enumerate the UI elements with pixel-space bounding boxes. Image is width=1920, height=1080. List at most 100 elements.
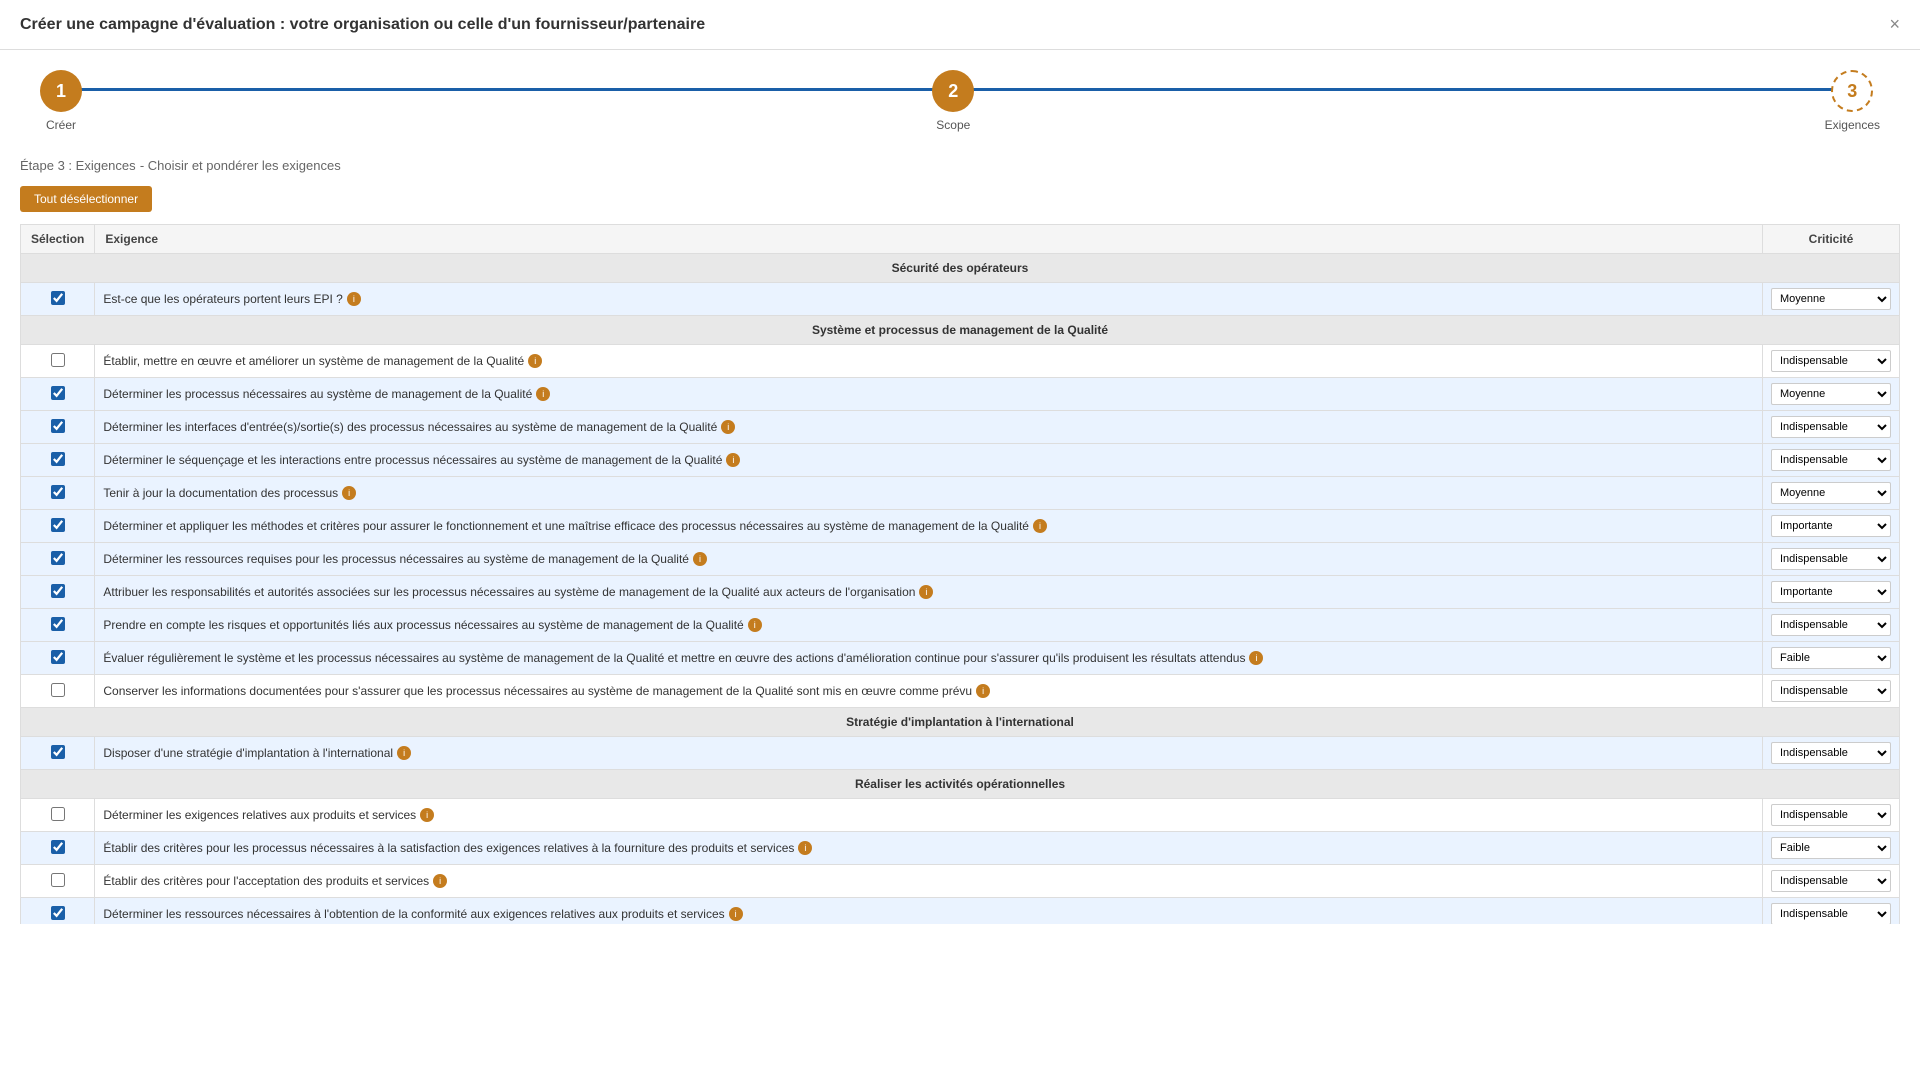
checkbox-cell-3-1[interactable]: [21, 832, 95, 865]
checkbox-3-2[interactable]: [51, 873, 65, 887]
criticite-select-3-0[interactable]: IndispensableImportanteMoyenneFaible: [1771, 804, 1891, 826]
checkbox-1-4[interactable]: [51, 485, 65, 499]
info-icon[interactable]: i: [528, 354, 542, 368]
info-icon[interactable]: i: [347, 292, 361, 306]
checkbox-1-7[interactable]: [51, 584, 65, 598]
info-icon[interactable]: i: [721, 420, 735, 434]
step-1: 1 Créer: [40, 70, 82, 132]
step-2: 2 Scope: [932, 70, 974, 132]
checkbox-cell-1-1[interactable]: [21, 378, 95, 411]
deselect-all-button[interactable]: Tout désélectionner: [20, 186, 152, 212]
info-icon[interactable]: i: [433, 874, 447, 888]
exigence-cell-1-6: Déterminer les ressources requises pour …: [95, 543, 1763, 576]
info-icon[interactable]: i: [1033, 519, 1047, 533]
criticite-cell-1-6[interactable]: IndispensableImportanteMoyenneFaible: [1763, 543, 1900, 576]
criticite-select-1-1[interactable]: IndispensableImportanteMoyenneFaible: [1771, 383, 1891, 405]
checkbox-cell-1-8[interactable]: [21, 609, 95, 642]
criticite-cell-3-2[interactable]: IndispensableImportanteMoyenneFaible: [1763, 865, 1900, 898]
criticite-cell-1-1[interactable]: IndispensableImportanteMoyenneFaible: [1763, 378, 1900, 411]
criticite-cell-1-8[interactable]: IndispensableImportanteMoyenneFaible: [1763, 609, 1900, 642]
checkbox-0-0[interactable]: [51, 291, 65, 305]
info-icon[interactable]: i: [726, 453, 740, 467]
checkbox-cell-1-5[interactable]: [21, 510, 95, 543]
criticite-cell-1-9[interactable]: IndispensableImportanteMoyenneFaible: [1763, 642, 1900, 675]
criticite-cell-3-0[interactable]: IndispensableImportanteMoyenneFaible: [1763, 799, 1900, 832]
checkbox-1-10[interactable]: [51, 683, 65, 697]
checkbox-cell-3-0[interactable]: [21, 799, 95, 832]
criticite-select-1-0[interactable]: IndispensableImportanteMoyenneFaible: [1771, 350, 1891, 372]
info-icon[interactable]: i: [748, 618, 762, 632]
checkbox-3-1[interactable]: [51, 840, 65, 854]
checkbox-cell-1-3[interactable]: [21, 444, 95, 477]
info-icon[interactable]: i: [693, 552, 707, 566]
info-icon[interactable]: i: [976, 684, 990, 698]
checkbox-1-0[interactable]: [51, 353, 65, 367]
info-icon[interactable]: i: [397, 746, 411, 760]
checkbox-3-3[interactable]: [51, 906, 65, 920]
checkbox-cell-0-0[interactable]: [21, 283, 95, 316]
info-icon[interactable]: i: [1249, 651, 1263, 665]
checkbox-cell-1-7[interactable]: [21, 576, 95, 609]
info-icon[interactable]: i: [536, 387, 550, 401]
criticite-select-0-0[interactable]: IndispensableImportanteMoyenneFaible: [1771, 288, 1891, 310]
criticite-select-1-6[interactable]: IndispensableImportanteMoyenneFaible: [1771, 548, 1891, 570]
criticite-cell-3-3[interactable]: IndispensableImportanteMoyenneFaible: [1763, 898, 1900, 925]
checkbox-1-9[interactable]: [51, 650, 65, 664]
checkbox-1-2[interactable]: [51, 419, 65, 433]
criticite-select-3-3[interactable]: IndispensableImportanteMoyenneFaible: [1771, 903, 1891, 924]
exigence-cell-1-4: Tenir à jour la documentation des proces…: [95, 477, 1763, 510]
criticite-select-1-2[interactable]: IndispensableImportanteMoyenneFaible: [1771, 416, 1891, 438]
criticite-select-1-8[interactable]: IndispensableImportanteMoyenneFaible: [1771, 614, 1891, 636]
info-icon[interactable]: i: [342, 486, 356, 500]
checkbox-cell-1-6[interactable]: [21, 543, 95, 576]
checkbox-cell-3-3[interactable]: [21, 898, 95, 925]
info-icon[interactable]: i: [798, 841, 812, 855]
info-icon[interactable]: i: [420, 808, 434, 822]
info-icon[interactable]: i: [919, 585, 933, 599]
criticite-cell-1-2[interactable]: IndispensableImportanteMoyenneFaible: [1763, 411, 1900, 444]
checkbox-cell-1-4[interactable]: [21, 477, 95, 510]
close-button[interactable]: ×: [1889, 14, 1900, 35]
step-3: 3 Exigences: [1825, 70, 1880, 132]
criticite-select-1-3[interactable]: IndispensableImportanteMoyenneFaible: [1771, 449, 1891, 471]
checkbox-cell-2-0[interactable]: [21, 737, 95, 770]
criticite-cell-0-0[interactable]: IndispensableImportanteMoyenneFaible: [1763, 283, 1900, 316]
checkbox-cell-1-2[interactable]: [21, 411, 95, 444]
info-icon[interactable]: i: [729, 907, 743, 921]
checkbox-1-5[interactable]: [51, 518, 65, 532]
checkbox-cell-1-0[interactable]: [21, 345, 95, 378]
criticite-cell-1-5[interactable]: IndispensableImportanteMoyenneFaible: [1763, 510, 1900, 543]
steps-row: 1 Créer 2 Scope 3 Exigences: [40, 70, 1880, 132]
criticite-cell-1-4[interactable]: IndispensableImportanteMoyenneFaible: [1763, 477, 1900, 510]
criticite-select-1-5[interactable]: IndispensableImportanteMoyenneFaible: [1771, 515, 1891, 537]
criticite-cell-2-0[interactable]: IndispensableImportanteMoyenneFaible: [1763, 737, 1900, 770]
step-title-sub: - Choisir et pondérer les exigences: [140, 158, 341, 173]
criticite-cell-1-3[interactable]: IndispensableImportanteMoyenneFaible: [1763, 444, 1900, 477]
checkbox-1-3[interactable]: [51, 452, 65, 466]
exigence-text: Conserver les informations documentées p…: [103, 684, 972, 698]
checkbox-3-0[interactable]: [51, 807, 65, 821]
checkbox-1-8[interactable]: [51, 617, 65, 631]
criticite-cell-1-0[interactable]: IndispensableImportanteMoyenneFaible: [1763, 345, 1900, 378]
checkbox-cell-1-9[interactable]: [21, 642, 95, 675]
criticite-select-3-1[interactable]: IndispensableImportanteMoyenneFaible: [1771, 837, 1891, 859]
checkbox-cell-3-2[interactable]: [21, 865, 95, 898]
criticite-select-1-10[interactable]: IndispensableImportanteMoyenneFaible: [1771, 680, 1891, 702]
modal-header: Créer une campagne d'évaluation : votre …: [0, 0, 1920, 50]
checkbox-1-6[interactable]: [51, 551, 65, 565]
step-2-label: Scope: [936, 118, 970, 132]
exigence-cell-1-9: Évaluer régulièrement le système et les …: [95, 642, 1763, 675]
criticite-select-3-2[interactable]: IndispensableImportanteMoyenneFaible: [1771, 870, 1891, 892]
exigence-cell-3-0: Déterminer les exigences relatives aux p…: [95, 799, 1763, 832]
checkbox-cell-1-10[interactable]: [21, 675, 95, 708]
criticite-select-1-7[interactable]: IndispensableImportanteMoyenneFaible: [1771, 581, 1891, 603]
criticite-select-1-9[interactable]: IndispensableImportanteMoyenneFaible: [1771, 647, 1891, 669]
checkbox-2-0[interactable]: [51, 745, 65, 759]
criticite-select-2-0[interactable]: IndispensableImportanteMoyenneFaible: [1771, 742, 1891, 764]
criticite-select-1-4[interactable]: IndispensableImportanteMoyenneFaible: [1771, 482, 1891, 504]
table-row: Déterminer les ressources nécessaires à …: [21, 898, 1900, 925]
checkbox-1-1[interactable]: [51, 386, 65, 400]
criticite-cell-1-7[interactable]: IndispensableImportanteMoyenneFaible: [1763, 576, 1900, 609]
criticite-cell-1-10[interactable]: IndispensableImportanteMoyenneFaible: [1763, 675, 1900, 708]
criticite-cell-3-1[interactable]: IndispensableImportanteMoyenneFaible: [1763, 832, 1900, 865]
